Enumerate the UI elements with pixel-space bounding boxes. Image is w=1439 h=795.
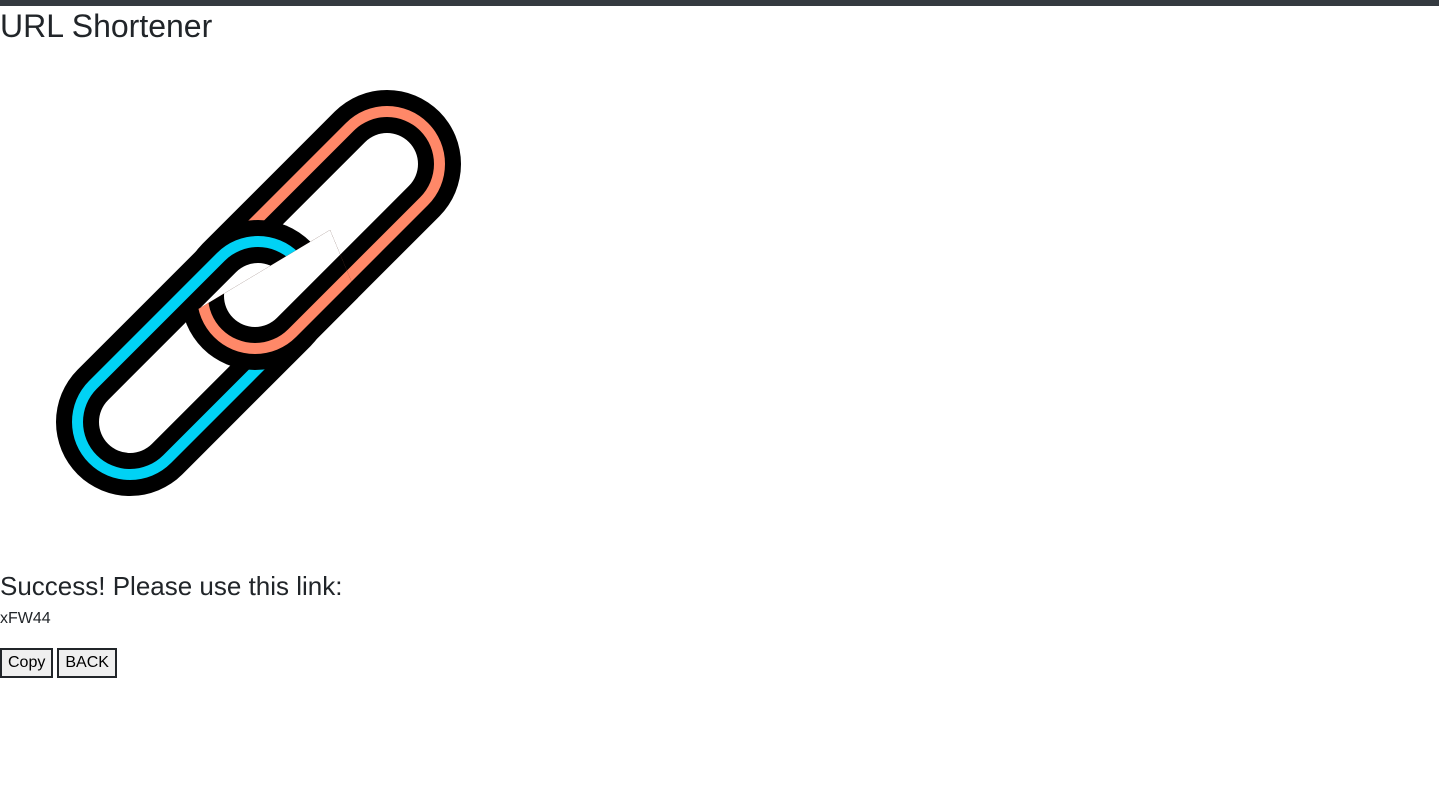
success-heading: Success! Please use this link:	[0, 571, 343, 601]
back-button[interactable]: BACK	[57, 648, 117, 678]
chain-link-icon	[56, 90, 461, 496]
short-link-text: xFW44	[0, 610, 51, 627]
copy-button[interactable]: Copy	[0, 648, 54, 678]
action-buttons: Copy BACK	[0, 648, 1439, 678]
page-title: URL Shortener	[0, 8, 213, 44]
